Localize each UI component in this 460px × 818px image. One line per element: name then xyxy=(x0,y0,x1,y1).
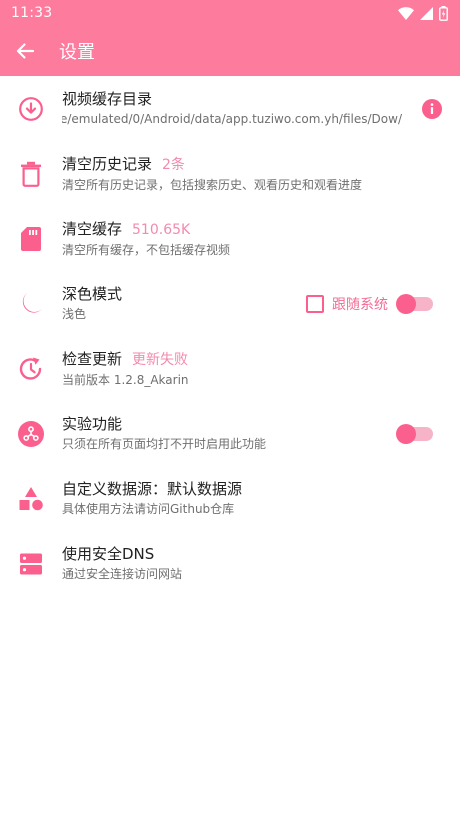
setting-video-cache-dir[interactable]: 视频缓存目录 /storage/emulated/0/Android/data/… xyxy=(0,76,460,141)
setting-secure-dns[interactable]: 使用安全DNS 通过安全连接访问网站 xyxy=(0,531,460,596)
arrow-left-icon xyxy=(16,43,35,59)
setting-subtitle: 当前版本 1.2.8_Akarin xyxy=(62,373,189,387)
setting-subtitle: 具体使用方法请访问Github仓库 xyxy=(62,502,235,516)
info-icon[interactable] xyxy=(422,98,442,119)
moon-icon xyxy=(17,290,45,318)
status-time: 11:33 xyxy=(11,5,53,21)
app-bar: 11:33 设置 xyxy=(0,0,460,76)
settings-list: 视频缓存目录 /storage/emulated/0/Android/data/… xyxy=(0,76,460,596)
status-icons xyxy=(398,5,448,21)
setting-title: 视频缓存目录 xyxy=(62,90,153,108)
follow-system-checkbox[interactable]: 跟随系统 xyxy=(306,294,388,314)
setting-clear-cache[interactable]: 清空缓存 510.65K 清空所有缓存，不包括缓存视频 xyxy=(0,206,460,271)
toolbar: 设置 xyxy=(0,26,460,76)
setting-check-update[interactable]: 检查更新 更新失败 当前版本 1.2.8_Akarin xyxy=(0,336,460,401)
battery-icon xyxy=(439,5,448,21)
back-button[interactable] xyxy=(11,37,39,65)
setting-subtitle: 只须在所有页面均打不开时启用此功能 xyxy=(62,437,267,451)
setting-title: 自定义数据源：默认数据源 xyxy=(62,480,243,498)
setting-custom-source[interactable]: 自定义数据源：默认数据源 具体使用方法请访问Github仓库 xyxy=(0,466,460,531)
sd-card-icon xyxy=(17,225,45,253)
cache-size: 510.65K xyxy=(132,222,191,238)
setting-title: 清空缓存 xyxy=(62,220,123,238)
toggle-knob xyxy=(396,423,416,444)
follow-system-label: 跟随系统 xyxy=(332,296,388,313)
dns-icon xyxy=(17,550,45,578)
update-status: 更新失败 xyxy=(132,352,189,368)
setting-title: 实验功能 xyxy=(62,415,123,433)
history-count: 2条 xyxy=(162,157,185,173)
shapes-icon xyxy=(17,485,45,513)
setting-experimental[interactable]: 实验功能 只须在所有页面均打不开时启用此功能 xyxy=(0,401,460,466)
wifi-icon xyxy=(398,6,414,20)
setting-dark-mode[interactable]: 深色模式 浅色 跟随系统 xyxy=(0,271,460,336)
setting-clear-history[interactable]: 清空历史记录 2条 清空所有历史记录，包括搜索历史、观看历史和观看进度 xyxy=(0,141,460,206)
page-title: 设置 xyxy=(59,42,95,63)
experimental-toggle[interactable] xyxy=(396,423,433,444)
setting-title: 清空历史记录 xyxy=(62,155,153,173)
setting-title: 使用安全DNS xyxy=(62,545,155,563)
update-icon xyxy=(17,355,45,383)
toggle-knob xyxy=(396,293,416,314)
checkbox-box[interactable] xyxy=(306,294,324,313)
download-circle-icon xyxy=(17,95,45,123)
setting-subtitle: 清空所有缓存，不包括缓存视频 xyxy=(62,243,231,257)
setting-subtitle: 清空所有历史记录，包括搜索历史、观看历史和观看进度 xyxy=(62,178,363,192)
setting-subtitle: /storage/emulated/0/Android/data/app.tuz… xyxy=(62,112,402,126)
dark-mode-toggle[interactable] xyxy=(396,293,433,314)
status-bar: 11:33 xyxy=(0,0,460,26)
trash-icon xyxy=(17,160,45,188)
experiment-icon xyxy=(17,420,45,448)
setting-title: 检查更新 xyxy=(62,350,123,368)
signal-icon xyxy=(420,6,433,20)
setting-subtitle: 通过安全连接访问网站 xyxy=(62,567,183,581)
